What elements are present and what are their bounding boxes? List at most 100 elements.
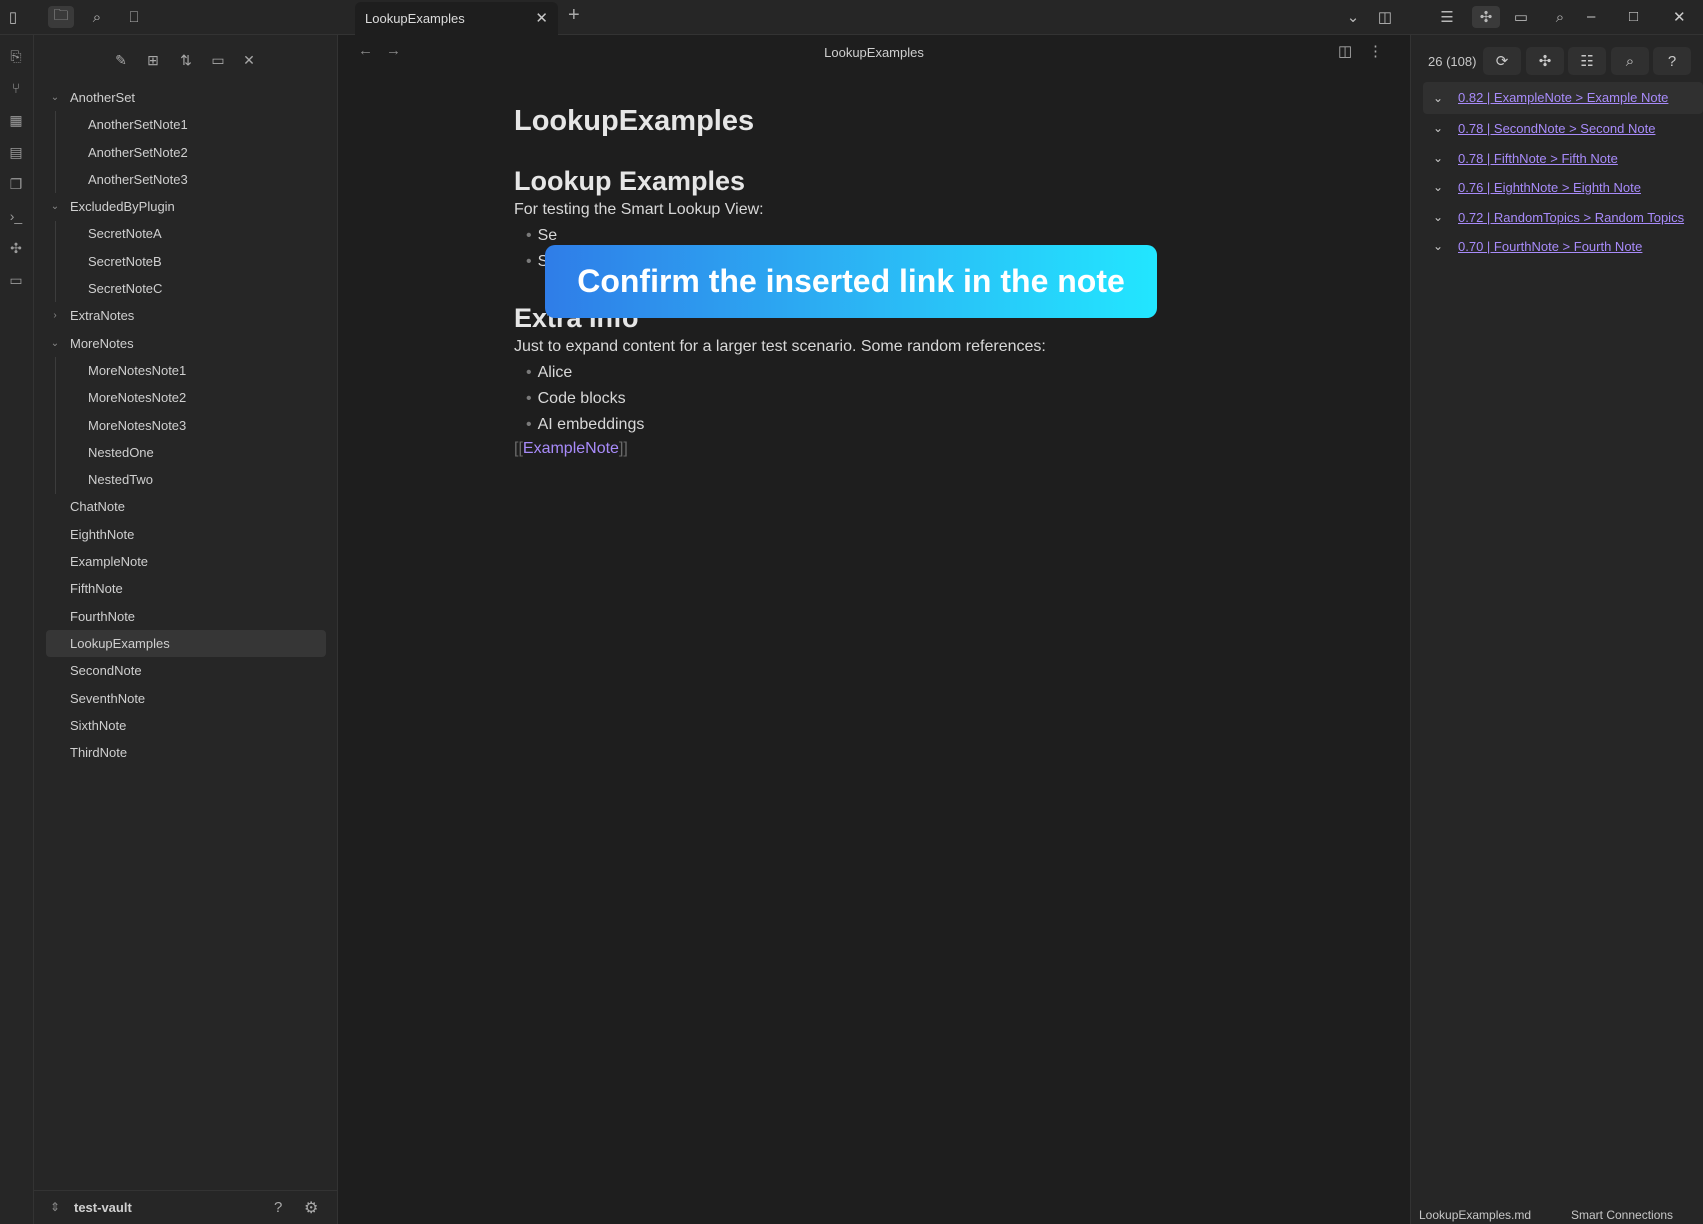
file-explorer-icon[interactable]: 🗀 — [48, 6, 74, 28]
list-item: AI embeddings — [526, 412, 1214, 438]
folder-extranotes[interactable]: › ExtraNotes — [34, 302, 338, 329]
file-eighthnote[interactable]: EighthNote — [34, 521, 338, 548]
connection-link[interactable]: 0.72 | RandomTopics > Random Topics — [1458, 203, 1684, 233]
open-quick-switcher-icon[interactable]: ⎘ — [5, 45, 27, 67]
close-icon[interactable]: ✕ — [535, 9, 548, 27]
chevron-down-icon[interactable]: ⌄ — [1433, 82, 1443, 114]
file-nestedtwo[interactable]: NestedTwo — [34, 466, 338, 493]
heading-lookup-examples: Lookup Examples — [514, 166, 746, 196]
connection-result[interactable]: ⌄ 0.70 | FourthNote > Fourth Note — [1423, 232, 1703, 262]
canvas-icon[interactable]: ▦ — [5, 109, 27, 131]
collapse-all-icon[interactable]: ✕ — [238, 49, 260, 71]
chevron-down-icon[interactable]: ⌄ — [1433, 232, 1443, 262]
maximize-icon[interactable]: □ — [1629, 8, 1638, 25]
file-secretnotec[interactable]: SecretNoteC — [34, 275, 338, 302]
file-anothersetnote3[interactable]: AnotherSetNote3 — [34, 166, 338, 193]
file-fifthnote[interactable]: FifthNote — [34, 575, 338, 602]
file-nestedone[interactable]: NestedOne — [34, 439, 338, 466]
filter-settings-icon[interactable]: ☷ — [1568, 47, 1606, 75]
connection-result[interactable]: ⌄ 0.72 | RandomTopics > Random Topics — [1423, 203, 1703, 233]
file-morenotesnote1[interactable]: MoreNotesNote1 — [34, 357, 338, 384]
file-examplenote[interactable]: ExampleNote — [34, 548, 338, 575]
list-item-text: Alice — [537, 364, 573, 381]
chevron-down-icon[interactable]: ⌄ — [1342, 6, 1364, 28]
connection-result[interactable]: ⌄ 0.78 | FifthNote > Fifth Note — [1423, 144, 1703, 174]
connection-link[interactable]: 0.76 | EighthNote > Eighth Note — [1458, 173, 1641, 203]
refresh-icon[interactable]: ⟳ — [1483, 47, 1521, 75]
chevron-down-icon[interactable]: ⌄ — [1433, 203, 1443, 233]
chevron-right-icon[interactable]: › — [48, 302, 62, 329]
file-secondnote[interactable]: SecondNote — [34, 657, 338, 684]
collapse-view-icon[interactable]: ▭ — [207, 49, 229, 71]
right-sidebar-toggle-icon[interactable]: ◫ — [1374, 6, 1396, 28]
folder-anotherset[interactable]: ⌄ AnotherSet — [34, 84, 338, 111]
file-secretnotea[interactable]: SecretNoteA — [34, 220, 338, 247]
chevron-down-icon[interactable]: ⌄ — [48, 330, 62, 357]
minimize-icon[interactable]: – — [1587, 8, 1595, 25]
connection-result[interactable]: ⌄ 0.76 | EighthNote > Eighth Note — [1423, 173, 1703, 203]
smart-connections-ribbon-icon[interactable]: ✣ — [5, 237, 27, 259]
ribbon: ⎘ ⑂ ▦ ▤ ❐ ›_ ✣ ▭ — [0, 35, 34, 1224]
file-anothersetnote1[interactable]: AnotherSetNote1 — [34, 111, 338, 138]
connection-link[interactable]: 0.78 | FifthNote > Fifth Note — [1458, 144, 1618, 174]
tree-item-label: ChatNote — [70, 499, 125, 515]
file-sixthnote[interactable]: SixthNote — [34, 712, 338, 739]
lookup-search-icon[interactable]: ⌕ — [1549, 6, 1571, 28]
connection-result[interactable]: ⌄ 0.82 | ExampleNote > Example Note — [1423, 82, 1703, 114]
new-folder-icon[interactable]: ⊞ — [142, 49, 164, 71]
file-tree: ⌄ AnotherSet AnotherSetNote1 AnotherSetNote… — [34, 84, 338, 766]
window-close-icon[interactable]: ✕ — [1673, 8, 1686, 26]
file-secretnoteb[interactable]: SecretNoteB — [34, 248, 338, 275]
connection-link[interactable]: 0.82 | ExampleNote > Example Note — [1458, 82, 1668, 114]
help-circle-icon[interactable]: ? — [1653, 47, 1691, 75]
outline-icon[interactable]: ☰ — [1436, 6, 1458, 28]
tree-item-label: LookupExamples — [70, 635, 170, 651]
chevron-down-icon[interactable]: ⌄ — [1433, 114, 1443, 144]
file-fourthnote[interactable]: FourthNote — [34, 603, 338, 630]
folder-morenotes[interactable]: ⌄ MoreNotes — [34, 330, 338, 357]
bookmark-icon[interactable]: ⎕ — [123, 6, 145, 28]
tree-item-label: SixthNote — [70, 717, 127, 733]
tree-item-label: SecretNoteC — [88, 281, 163, 297]
command-palette-icon[interactable]: ›_ — [5, 205, 27, 227]
file-seventhnote[interactable]: SeventhNote — [34, 685, 338, 712]
connection-result[interactable]: ⌄ 0.78 | SecondNote > Second Note — [1423, 114, 1703, 144]
gear-icon[interactable]: ⚙ — [304, 1198, 318, 1218]
more-options-icon[interactable]: ⋮ — [1368, 42, 1383, 60]
file-lookupexamples[interactable]: LookupExamples — [46, 629, 326, 658]
smart-connections-icon[interactable]: ✣ — [1472, 6, 1500, 28]
file-anothersetnote2[interactable]: AnotherSetNote2 — [34, 139, 338, 166]
connection-link[interactable]: 0.78 | SecondNote > Second Note — [1458, 114, 1655, 144]
new-note-icon[interactable]: ✎ — [110, 49, 132, 71]
graph-view-icon[interactable]: ⑂ — [5, 77, 27, 99]
chevron-down-icon[interactable]: ⌄ — [48, 84, 62, 111]
file-morenotesnote3[interactable]: MoreNotesNote3 — [34, 412, 338, 439]
chevron-down-icon[interactable]: ⌄ — [1433, 173, 1443, 203]
folder-excludedbyplugin[interactable]: ⌄ ExcludedByPlugin — [34, 193, 338, 220]
smart-chat-icon[interactable]: ▭ — [5, 269, 27, 291]
chat-icon[interactable]: ▭ — [1510, 6, 1532, 28]
file-morenotesnote2[interactable]: MoreNotesNote2 — [34, 384, 338, 411]
templates-icon[interactable]: ❐ — [5, 173, 27, 195]
fold-toggle-icon[interactable]: ✣ — [1526, 47, 1564, 75]
new-tab-icon[interactable]: + — [568, 4, 580, 27]
file-thirdnote[interactable]: ThirdNote — [34, 739, 338, 766]
panel-search-icon[interactable]: ⌕ — [1611, 47, 1649, 75]
sort-icon[interactable]: ⇅ — [175, 49, 197, 71]
tab-lookupexamples[interactable]: LookupExamples ✕ — [355, 2, 558, 35]
search-icon[interactable]: ⌕ — [86, 6, 108, 28]
vault-switcher[interactable]: ⇕ test-vault ? ⚙ — [34, 1190, 338, 1224]
connection-link[interactable]: 0.70 | FourthNote > Fourth Note — [1458, 232, 1642, 262]
link-text[interactable]: ExampleNote — [523, 440, 619, 457]
tree-item-label: SeventhNote — [70, 690, 146, 706]
internal-link[interactable]: [[ExampleNote]] — [514, 440, 1214, 458]
chevron-down-icon[interactable]: ⌄ — [1433, 144, 1443, 174]
file-chatnote[interactable]: ChatNote — [34, 493, 338, 520]
sidebar-toggle-icon[interactable]: ▯ — [2, 6, 24, 28]
tree-item-label: SecretNoteB — [88, 253, 162, 269]
calendar-icon[interactable]: ▤ — [5, 141, 27, 163]
help-icon[interactable]: ? — [274, 1199, 282, 1216]
chevron-down-icon[interactable]: ⌄ — [48, 193, 62, 220]
reading-view-icon[interactable]: ◫ — [1338, 42, 1352, 60]
tree-item-label: AnotherSetNote2 — [88, 144, 188, 160]
